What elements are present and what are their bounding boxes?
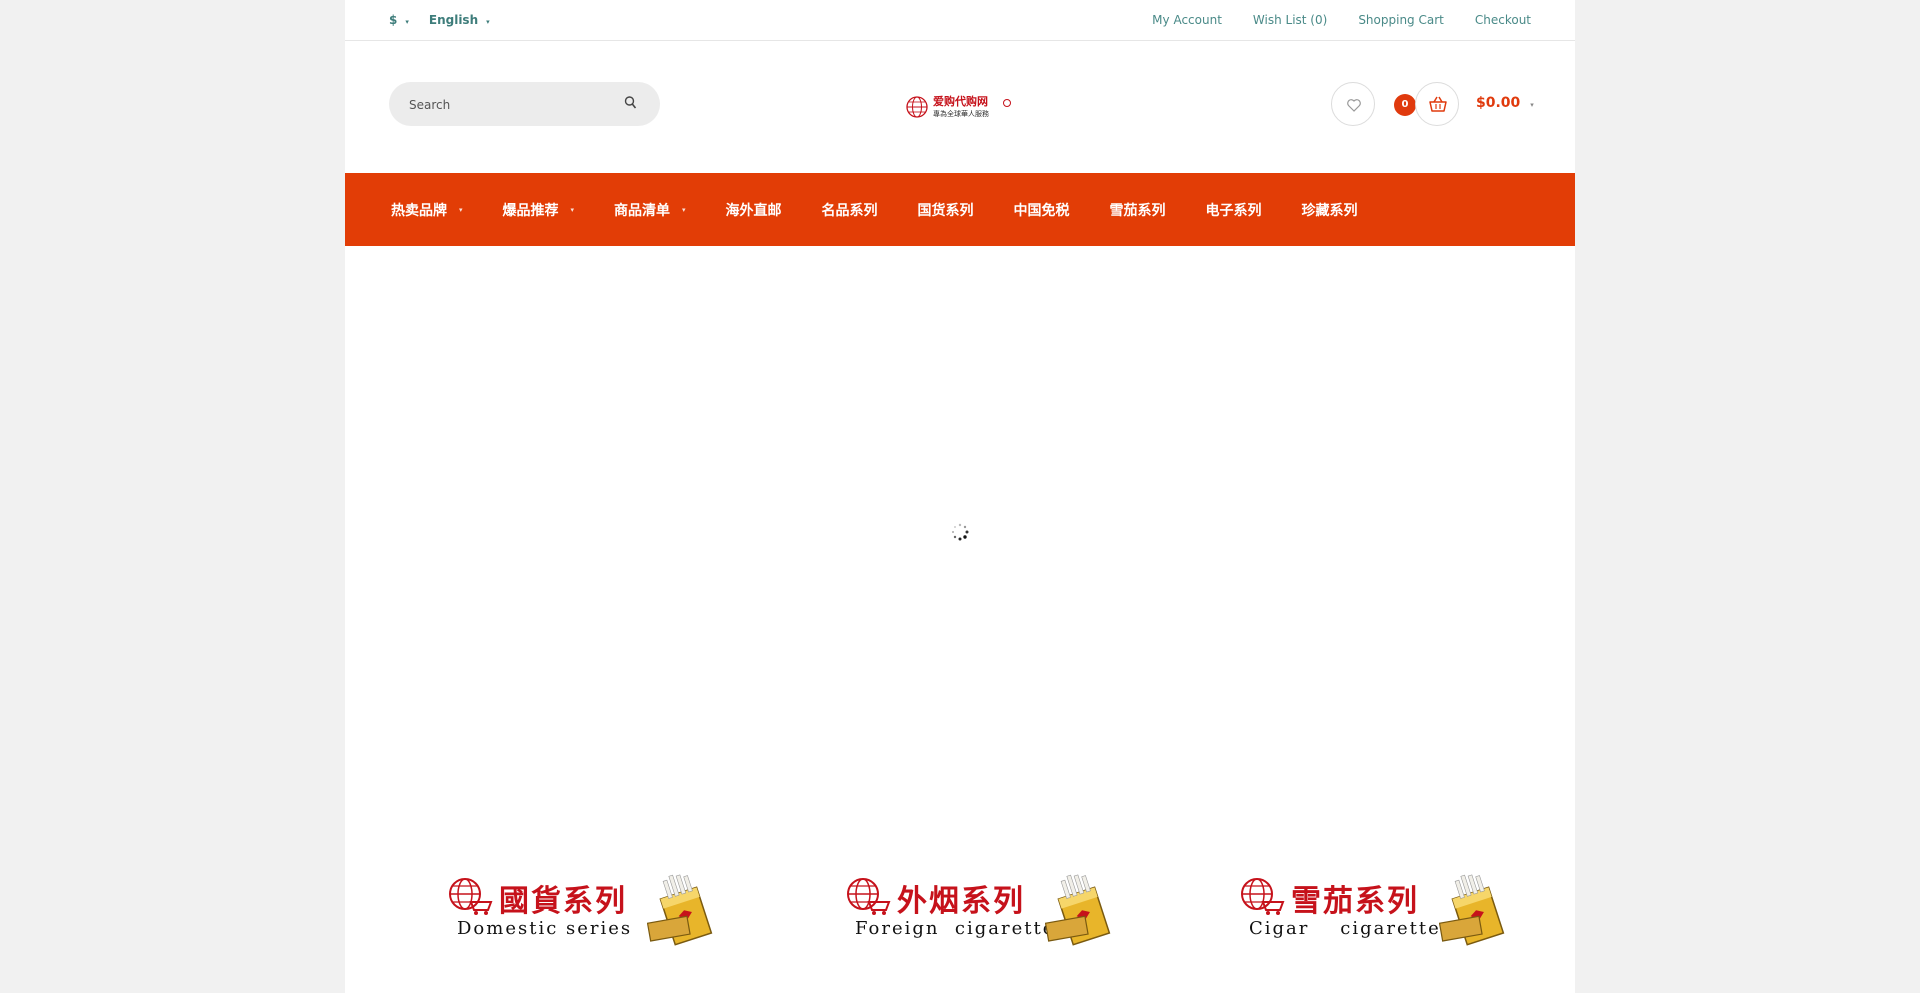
shopping-basket-icon: [1429, 96, 1447, 112]
cigarette-pack-icon: [1045, 874, 1111, 946]
cart-total-dropdown[interactable]: $0.00 ▾: [1476, 95, 1534, 111]
checkout-link[interactable]: Checkout: [1475, 13, 1531, 27]
category-banner-3[interactable]: 雪茄系列 Cigar cigarettes: [1239, 870, 1519, 948]
banner-title: 雪茄系列: [1291, 884, 1419, 919]
banner-subtitle: Cigar cigarettes: [1249, 918, 1452, 939]
nav-item-1[interactable]: 热卖品牌 ▾: [391, 200, 463, 220]
banner-title: 外烟系列: [897, 884, 1025, 919]
nav-item-label: 名品系列: [821, 202, 878, 219]
nav-item-label: 爆品推荐: [502, 202, 559, 219]
search-box: [389, 82, 660, 126]
search-icon[interactable]: [623, 95, 639, 111]
wishlist-button[interactable]: [1331, 82, 1375, 126]
my-account-link[interactable]: My Account: [1152, 13, 1222, 27]
category-banner-2[interactable]: 外烟系列 Foreign cigarettes: [845, 870, 1125, 948]
nav-item-label: 国货系列: [917, 202, 974, 219]
nav-item-label: 中国免税: [1013, 202, 1070, 219]
nav-item-10[interactable]: 珍藏系列: [1302, 200, 1358, 220]
chevron-down-icon: ▾: [570, 205, 575, 214]
globe-cart-icon: [1241, 878, 1285, 915]
wish-list-link[interactable]: Wish List (0): [1253, 13, 1327, 27]
nav-item-8[interactable]: 雪茄系列: [1110, 200, 1166, 220]
cart-button[interactable]: [1415, 82, 1459, 126]
cigarette-pack-icon: [647, 874, 713, 946]
banner-subtitle: Foreign cigarettes: [855, 918, 1067, 939]
chevron-down-icon: ▾: [486, 18, 490, 26]
logo-title: 爱购代购网: [933, 94, 988, 108]
chevron-down-icon: ▾: [1530, 101, 1534, 109]
globe-cart-icon: [449, 878, 493, 915]
chevron-down-icon: ▾: [682, 205, 686, 214]
nav-item-3[interactable]: 商品清单 ▾: [614, 200, 686, 220]
page-container: $ ▾ English ▾ My Account Wish List (0) Sho…: [345, 0, 1575, 993]
nav-item-9[interactable]: 电子系列: [1206, 200, 1262, 220]
nav-item-7[interactable]: 中国免税: [1014, 200, 1070, 220]
language-selector[interactable]: English ▾: [429, 13, 510, 27]
nav-item-label: 雪茄系列: [1109, 202, 1166, 219]
cart-total-value: $0.00: [1476, 95, 1521, 111]
nav-item-label: 商品清单: [614, 202, 671, 219]
currency-selector[interactable]: $ ▾: [389, 13, 429, 27]
nav-item-label: 热卖品牌: [391, 202, 447, 219]
chevron-down-icon: ▾: [405, 18, 409, 26]
nav-item-label: 电子系列: [1205, 202, 1262, 219]
banner-subtitle: Domestic series: [457, 918, 633, 939]
heart-icon: [1347, 99, 1361, 112]
nav-item-label: 珍藏系列: [1301, 202, 1358, 219]
logo-subtitle: 專為全球華人服務: [933, 109, 989, 118]
top-bar: $ ▾ English ▾ My Account Wish List (0) Sho…: [345, 0, 1575, 41]
main-navigation: 热卖品牌 ▾ 爆品推荐 ▾ 商品清单 ▾ 海外直邮 名品系列 国货系列 中国免税 雪茄系列 电子系列 珍…: [345, 173, 1575, 246]
search-input[interactable]: [407, 94, 611, 116]
category-banner-1[interactable]: 國貨系列 Domestic series: [447, 870, 727, 948]
nav-item-5[interactable]: 名品系列: [822, 200, 878, 220]
chevron-down-icon: ▾: [459, 205, 463, 214]
nav-item-6[interactable]: 国货系列: [918, 200, 974, 220]
nav-item-2[interactable]: 爆品推荐 ▾: [503, 200, 575, 220]
loading-spinner-icon: [952, 523, 969, 541]
banner-title: 國貨系列: [499, 884, 627, 919]
nav-item-label: 海外直邮: [725, 202, 782, 219]
site-logo[interactable]: 爱购代购网 專為全球華人服務: [905, 93, 1015, 121]
cart-count-badge: 0: [1394, 94, 1416, 116]
cigarette-pack-icon: [1439, 874, 1505, 946]
shopping-cart-link[interactable]: Shopping Cart: [1358, 13, 1444, 27]
nav-item-4[interactable]: 海外直邮: [726, 200, 782, 220]
globe-cart-icon: [847, 878, 891, 915]
